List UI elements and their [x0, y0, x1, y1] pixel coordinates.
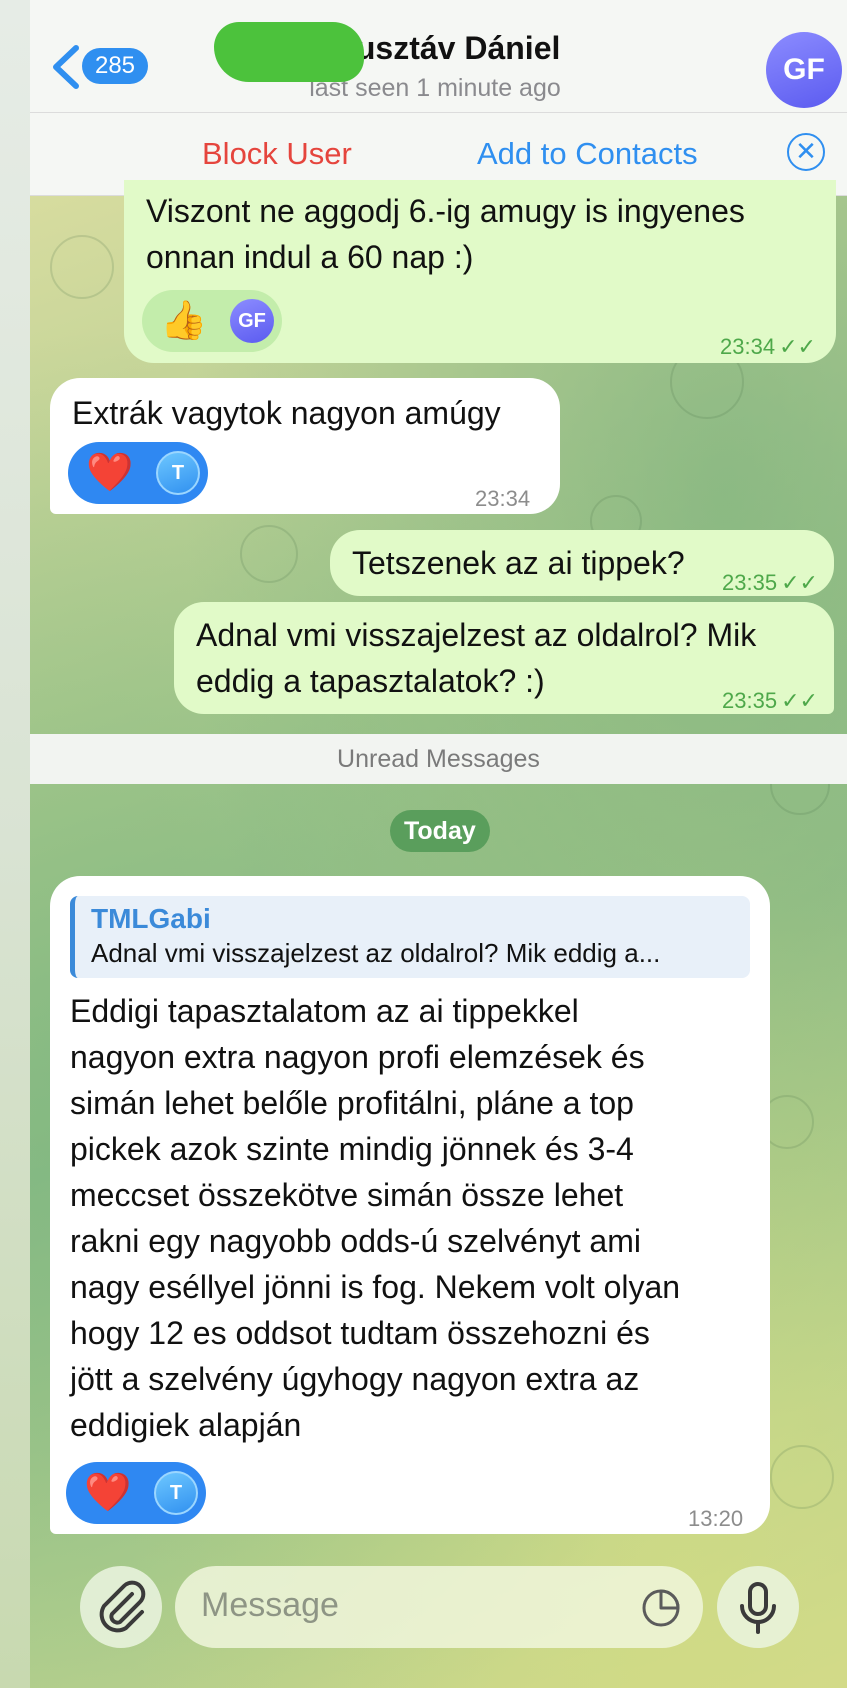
close-circle-icon[interactable]: ✕: [787, 133, 825, 171]
message-bubble-outgoing[interactable]: Viszont ne aggodj 6.-ig amugy is ingyene…: [124, 180, 836, 363]
message-bubble-outgoing[interactable]: Adnal vmi visszajelzest az oldalrol? Mik…: [174, 602, 834, 714]
message-text-line: jött a szelvény úgyhogy nagyon extra az: [70, 1361, 640, 1397]
heart-reaction: ❤️: [86, 452, 134, 494]
message-text-line: hogy 12 es oddsot tudtam összehozni és: [70, 1315, 650, 1351]
message-time: 23:34 ✓✓: [720, 324, 816, 370]
message-text-line: Viszont ne aggodj 6.-ig amugy is ingyene…: [146, 193, 745, 229]
chat-header: 285 r Gusztáv Dániel last seen 1 minute …: [30, 0, 847, 113]
message-text-line: onnan indul a 60 nap :): [146, 239, 474, 275]
message-text: Extrák vagytok nagyon amúgy: [72, 395, 501, 431]
message-text-line: Adnal vmi visszajelzest az oldalrol? Mik: [196, 617, 757, 653]
message-bubble-incoming-reply[interactable]: TMLGabi Adnal vmi visszajelzest az oldal…: [50, 876, 770, 1534]
message-body: Eddigi tapasztalatom az ai tippekkel nag…: [70, 988, 760, 1448]
reaction-pill[interactable]: 👍 GF: [142, 290, 282, 352]
message-text-line: rakni egy nagyobb odds-ú szelvényt ami: [70, 1223, 641, 1259]
message-text-line: meccset összekötve simán össze lehet: [70, 1177, 624, 1213]
block-user-button[interactable]: Block User: [202, 136, 352, 172]
quoted-author: TMLGabi: [91, 903, 211, 934]
double-check-icon: ✓✓: [779, 334, 816, 359]
unread-count-badge[interactable]: 285: [82, 48, 148, 84]
add-to-contacts-button[interactable]: Add to Contacts: [477, 136, 698, 172]
microphone-icon: [740, 1582, 776, 1634]
message-time: 23:34: [475, 486, 531, 511]
reaction-user-avatar: T: [156, 451, 200, 495]
message-text-line: pickek azok szinte mindig jönnek és 3-4: [70, 1131, 634, 1167]
reaction-user-avatar: GF: [230, 299, 274, 343]
message-text-line: nagyon extra nagyon profi elemzések és: [70, 1039, 645, 1075]
microphone-button[interactable]: [717, 1566, 799, 1648]
date-separator: Today: [390, 810, 490, 852]
message-input-placeholder: Message: [201, 1586, 339, 1624]
message-text-line: Eddigi tapasztalatom az ai tippekkel: [70, 993, 579, 1029]
reaction-user-avatar: T: [154, 1471, 198, 1515]
message-input[interactable]: Message: [175, 1566, 703, 1648]
message-time: 23:35 ✓✓: [722, 560, 818, 606]
contact-avatar[interactable]: GF: [766, 32, 842, 108]
redaction-mark: [214, 22, 364, 82]
back-chevron-icon[interactable]: [46, 42, 86, 92]
thumbs-up-reaction: 👍: [160, 300, 208, 342]
double-check-icon: ✓✓: [781, 570, 818, 595]
quoted-text: Adnal vmi visszajelzest az oldalrol? Mik…: [91, 938, 661, 968]
message-time: 23:35 ✓✓: [722, 678, 818, 724]
paperclip-icon: [99, 1580, 146, 1633]
message-time: 13:20: [688, 1506, 744, 1531]
heart-reaction: ❤️: [84, 1472, 132, 1514]
reaction-pill[interactable]: ❤️ T: [66, 1462, 206, 1524]
message-text-line: simán lehet belőle profitálni, pláne a t…: [70, 1085, 634, 1121]
quoted-reply[interactable]: TMLGabi Adnal vmi visszajelzest az oldal…: [70, 896, 750, 978]
sticker-clock-icon[interactable]: [641, 1588, 681, 1628]
left-gutter: [0, 0, 30, 1688]
message-text-line: nagy eséllyel jönni is fog. Nekem volt o…: [70, 1269, 681, 1305]
message-bubble-incoming[interactable]: Extrák vagytok nagyon amúgy ❤️ T 23:34: [50, 378, 560, 514]
reaction-pill[interactable]: ❤️ T: [68, 442, 208, 504]
attach-button[interactable]: [80, 1566, 162, 1648]
message-bubble-outgoing[interactable]: Tetszenek az ai tippek? 23:35 ✓✓: [330, 530, 834, 596]
unread-messages-separator: Unread Messages: [30, 734, 847, 784]
double-check-icon: ✓✓: [781, 688, 818, 713]
message-text-line: eddigiek alapján: [70, 1407, 302, 1443]
message-text: Tetszenek az ai tippek?: [352, 545, 685, 581]
